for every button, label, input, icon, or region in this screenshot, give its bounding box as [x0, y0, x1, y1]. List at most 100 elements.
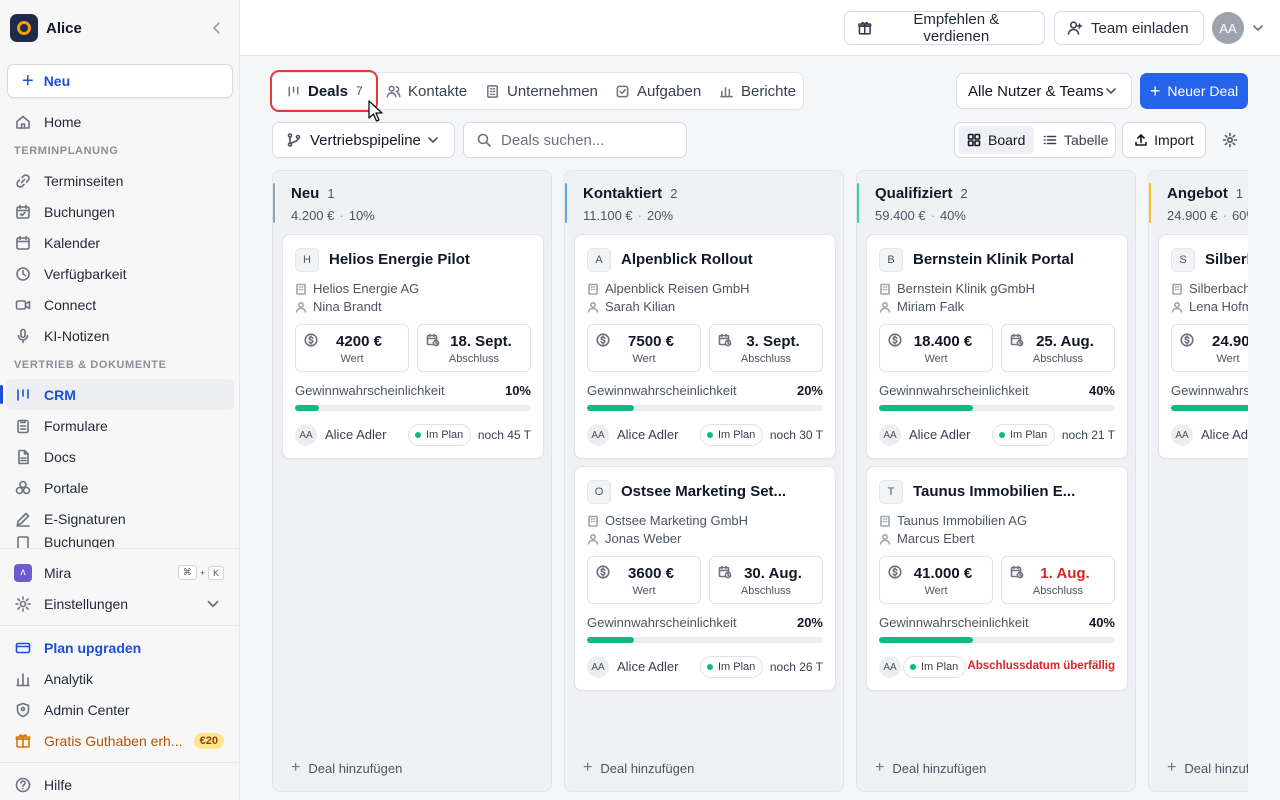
tab-unternehmen[interactable]: Unternehmen [485, 73, 598, 109]
win-probability-label: Gewinnwahrscheinlichkeit [879, 615, 1029, 630]
deal-value-box: 7500 € Wert [587, 324, 701, 372]
plus-icon: + [1149, 80, 1161, 101]
deal-card[interactable]: O Ostsee Marketing Set... Ostsee Marketing… [574, 466, 836, 691]
win-probability-bar [587, 405, 823, 411]
divider [0, 625, 240, 626]
owner-name: Alice Adler [909, 427, 971, 442]
deal-initial: O [587, 480, 611, 504]
table-view-button[interactable]: Tabelle [1034, 126, 1117, 154]
sidebar-item-label: Admin Center [44, 701, 130, 718]
clock-icon [16, 266, 30, 281]
user-icon [295, 301, 307, 313]
new-deal-button[interactable]: + Neuer Deal [1140, 73, 1248, 109]
column-probability: 60% [1231, 208, 1248, 223]
add-deal-button[interactable]: + Deal hinzufügen [1167, 759, 1248, 777]
sidebar-item-einstellungen[interactable]: Einstellungen [6, 588, 234, 619]
sidebar-item-label: Terminseiten [44, 172, 124, 189]
pipeline-column: Kontaktiert 2 11.100 € · 20% A Alpenblick Roll… [564, 170, 844, 792]
tab-berichte[interactable]: Berichte [719, 73, 796, 109]
sidebar-item-docs[interactable]: Docs [6, 441, 234, 472]
column-total: 11.100 € [583, 208, 633, 223]
search-input[interactable] [501, 131, 681, 149]
board-settings-button[interactable] [1216, 126, 1244, 154]
microphone-icon [17, 328, 29, 343]
sidebar-item-crm[interactable]: CRM [0, 379, 234, 410]
deal-contact: Lena Hofm [1171, 299, 1248, 314]
board-view-button[interactable]: Board [958, 126, 1035, 154]
deal-card[interactable]: H Helios Energie Pilot Helios Energie AG Ni… [282, 234, 544, 459]
sidebar-item-home[interactable]: Home [6, 106, 234, 137]
building-icon [296, 283, 306, 295]
sidebar-item-analytik[interactable]: Analytik [6, 663, 234, 694]
user-avatar[interactable]: AA [1212, 12, 1244, 44]
tab-deals[interactable]: Deals 7 [286, 73, 363, 109]
pipeline-select[interactable]: Vertriebspipeline [272, 122, 455, 158]
sidebar-item-ki-notizen[interactable]: KI-Notizen [6, 320, 234, 351]
deal-contact-name: Marcus Ebert [897, 531, 975, 546]
tab-aufgaben[interactable]: Aufgaben [615, 73, 701, 109]
deal-value-label: Wert [924, 585, 948, 597]
sidebar-item-plan-upgraden[interactable]: Plan upgraden [6, 632, 234, 663]
grid-icon [967, 133, 981, 147]
sidebar-item-mira[interactable]: ᴧ Mira ⌘ + K [6, 557, 234, 588]
sidebar-item-label: Plan upgraden [44, 639, 142, 656]
sidebar-item-gratis-guthaben[interactable]: Gratis Guthaben erh... €20 [6, 725, 234, 756]
owner-avatar: AA [879, 424, 901, 446]
gear-icon [1222, 132, 1238, 148]
chevron-down-icon [1106, 88, 1116, 94]
deal-title[interactable]: Ostsee Marketing Set... [621, 483, 786, 500]
sidebar-item-admin-center[interactable]: Admin Center [6, 694, 234, 725]
sidebar-item-kalender[interactable]: Kalender [6, 227, 234, 258]
column-summary: 24.900 € · 60% [1167, 208, 1248, 223]
add-deal-button[interactable]: + Deal hinzufügen [291, 759, 402, 777]
deal-close-date-label: Abschluss [740, 353, 792, 365]
deal-card[interactable]: S Silberbach Silberbach Lena Hofm 24.900 Wert… [1158, 234, 1248, 459]
new-button[interactable]: + Neu [7, 64, 233, 98]
sidebar-item-buchungen[interactable]: Buchungen [6, 196, 234, 227]
win-probability-fill [295, 405, 319, 411]
deal-contact-name: Lena Hofm [1189, 299, 1248, 314]
deal-title[interactable]: Helios Energie Pilot [329, 251, 470, 268]
column-probability: 10% [348, 208, 375, 223]
sidebar-item-buchungen-sales[interactable]: Buchungen [6, 534, 234, 548]
deal-card[interactable]: B Bernstein Klinik Portal Bernstein Klinik… [866, 234, 1128, 459]
help-icon [15, 777, 31, 792]
on-track-badge: Im Plan [700, 424, 764, 446]
sidebar-item-e-signaturen[interactable]: E-Signaturen [6, 503, 234, 534]
invite-team-button[interactable]: Team einladen [1054, 11, 1204, 45]
deal-company-name: Silberbach [1189, 281, 1248, 296]
deal-due-status: noch 26 T [769, 660, 823, 674]
chevron-down-icon [207, 600, 219, 607]
refer-button[interactable]: Empfehlen & verdienen [844, 11, 1045, 45]
collapse-sidebar-button[interactable] [205, 16, 229, 40]
deal-contact: Jonas Weber [587, 531, 681, 546]
deal-value: 7500 € [628, 333, 674, 350]
add-deal-button[interactable]: + Deal hinzufügen [583, 759, 694, 777]
plus-icon: + [875, 759, 885, 776]
deal-title[interactable]: Alpenblick Rollout [621, 251, 753, 268]
sidebar-item-connect[interactable]: Connect [6, 289, 234, 320]
column-header: Qualifiziert 2 [875, 185, 968, 202]
deal-title[interactable]: Silberbach [1205, 251, 1248, 268]
deal-value-label: Wert [632, 353, 656, 365]
import-button[interactable]: Import [1122, 122, 1206, 158]
sidebar-item-formulare[interactable]: Formulare [6, 410, 234, 441]
deal-card[interactable]: T Taunus Immobilien E... Taunus Immobilien… [866, 466, 1128, 691]
add-deal-button[interactable]: + Deal hinzufügen [875, 759, 986, 777]
sidebar-item-hilfe[interactable]: Hilfe [6, 769, 234, 800]
deal-title[interactable]: Taunus Immobilien E... [913, 483, 1075, 500]
chevron-down-icon[interactable] [1250, 20, 1266, 36]
sidebar: Alice + Neu Home TERMINPLANUNG Terminseit… [0, 0, 240, 800]
deal-value-label: Wert [632, 585, 656, 597]
deal-title[interactable]: Bernstein Klinik Portal [913, 251, 1074, 268]
win-probability-bar [1171, 405, 1248, 411]
tab-kontakte[interactable]: Kontakte [386, 73, 467, 109]
column-header: Kontaktiert 2 [583, 185, 677, 202]
pipeline-select-value: Vertriebspipeline [310, 131, 421, 149]
sidebar-item-terminseiten[interactable]: Terminseiten [6, 165, 234, 196]
sidebar-item-portale[interactable]: Portale [6, 472, 234, 503]
user-filter-select[interactable]: Alle Nutzer & Teams [956, 73, 1132, 109]
sidebar-item-verfuegbarkeit[interactable]: Verfügbarkeit [6, 258, 234, 289]
deal-value: 24.900 [1212, 333, 1248, 350]
deal-card[interactable]: A Alpenblick Rollout Alpenblick Reisen Gmb… [574, 234, 836, 459]
